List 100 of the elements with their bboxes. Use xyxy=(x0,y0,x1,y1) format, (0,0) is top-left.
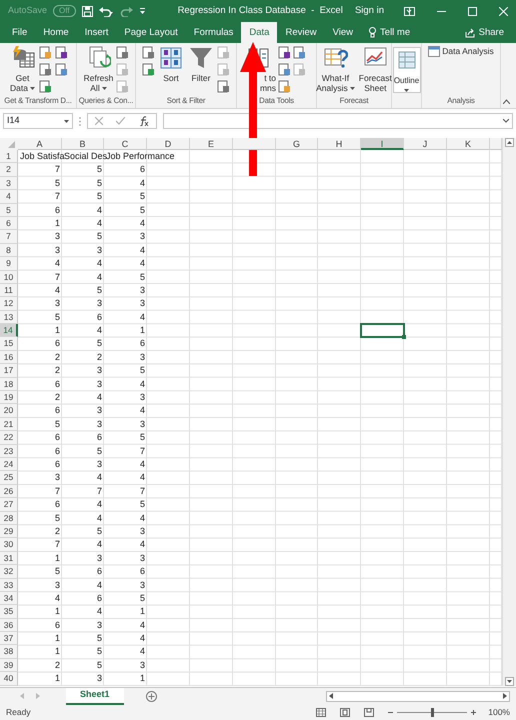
share-button[interactable]: Share xyxy=(456,22,512,43)
row-header[interactable]: 34 xyxy=(0,592,18,606)
page-break-icon[interactable] xyxy=(364,708,374,717)
ribbon-button[interactable]: Refresh All xyxy=(82,45,114,93)
close-icon[interactable] xyxy=(499,6,508,16)
row-header[interactable]: 16 xyxy=(0,350,18,364)
column-header[interactable]: I xyxy=(361,138,404,150)
add-sheet-icon[interactable] xyxy=(146,690,157,702)
maximize-icon[interactable] xyxy=(468,6,477,16)
row-header[interactable]: 32 xyxy=(0,565,18,578)
row-header[interactable]: 6 xyxy=(0,216,18,230)
row-header[interactable]: 18 xyxy=(0,378,18,392)
row-header[interactable]: 3 xyxy=(0,176,18,190)
command-icon[interactable] xyxy=(142,46,155,59)
horizontal-scrollbar[interactable] xyxy=(326,690,510,702)
ribbon-button[interactable]: Filter xyxy=(187,45,215,83)
column-header[interactable]: A xyxy=(18,138,62,150)
row-header[interactable]: 1 xyxy=(0,150,18,164)
row-header[interactable]: 5 xyxy=(0,204,18,217)
ribbon-tab[interactable]: Insert xyxy=(76,22,116,43)
ribbon-tab[interactable]: Data xyxy=(241,22,278,43)
customize-icon[interactable] xyxy=(138,7,146,15)
sign-in-link[interactable]: Sign in xyxy=(354,4,384,18)
zoom-level[interactable]: 100% xyxy=(488,706,510,719)
ribbon-button[interactable]: Outline xyxy=(392,47,420,93)
command-icon[interactable] xyxy=(54,63,68,76)
column-header[interactable]: K xyxy=(447,138,490,150)
column-header[interactable]: E xyxy=(190,138,233,150)
function-icon[interactable] xyxy=(139,116,150,126)
row-header[interactable]: 40 xyxy=(0,672,18,686)
row-header[interactable]: 8 xyxy=(0,244,18,258)
column-header[interactable]: D xyxy=(147,138,190,150)
active-cell[interactable] xyxy=(361,324,404,338)
ribbon-button[interactable]: What-If Analysis xyxy=(315,45,356,93)
enter-icon[interactable] xyxy=(116,117,126,125)
row-header[interactable]: 26 xyxy=(0,484,18,498)
row-header[interactable]: 14 xyxy=(0,324,18,338)
row-header[interactable]: 33 xyxy=(0,578,18,592)
ribbon-button[interactable]: Sort xyxy=(157,45,185,83)
ribbon-tab[interactable]: Review xyxy=(277,22,325,43)
command-icon[interactable] xyxy=(38,46,52,59)
row-header[interactable]: 30 xyxy=(0,538,18,552)
row-header[interactable]: 4 xyxy=(0,190,18,204)
row-header[interactable]: 17 xyxy=(0,364,18,378)
command-icon[interactable] xyxy=(217,80,230,93)
command-icon[interactable] xyxy=(278,46,291,59)
collapse-ribbon-icon[interactable] xyxy=(503,99,510,104)
row-header[interactable]: 10 xyxy=(0,270,18,284)
data-analysis-button[interactable]: Data Analysis xyxy=(428,45,494,58)
row-header[interactable]: 36 xyxy=(0,618,18,632)
row-header[interactable]: 21 xyxy=(0,418,18,432)
sheet-tab[interactable]: Sheet1 xyxy=(66,688,124,705)
column-header[interactable]: C xyxy=(104,138,147,150)
row-header[interactable]: 38 xyxy=(0,645,18,659)
ribbon-button[interactable]: Forecast Sheet xyxy=(358,45,393,93)
row-header[interactable]: 39 xyxy=(0,658,18,672)
command-icon[interactable] xyxy=(293,46,306,59)
column-header[interactable]: B xyxy=(62,138,104,150)
ribbon-tab[interactable]: Page Layout xyxy=(116,22,186,43)
command-icon[interactable] xyxy=(54,46,68,59)
command-icon[interactable] xyxy=(38,80,52,93)
column-header[interactable]: H xyxy=(318,138,361,150)
formula-field[interactable] xyxy=(163,113,513,129)
column-header[interactable]: G xyxy=(276,138,318,150)
page-layout-icon[interactable] xyxy=(340,708,350,717)
row-header[interactable]: 25 xyxy=(0,471,18,485)
row-header[interactable]: 15 xyxy=(0,337,18,351)
cancel-icon[interactable] xyxy=(94,117,103,125)
ribbon-display-icon[interactable] xyxy=(404,6,415,16)
row-header[interactable]: 37 xyxy=(0,632,18,646)
row-header[interactable]: 35 xyxy=(0,605,18,619)
row-header[interactable]: 27 xyxy=(0,498,18,512)
tell-me-search[interactable]: Tell me xyxy=(361,22,418,43)
zoom-slider-thumb[interactable] xyxy=(430,708,434,717)
vertical-scrollbar[interactable] xyxy=(502,138,516,686)
row-header[interactable]: 29 xyxy=(0,524,18,538)
command-icon[interactable] xyxy=(278,80,291,93)
row-header[interactable]: 23 xyxy=(0,444,18,458)
normal-view-icon[interactable] xyxy=(316,708,326,717)
command-icon[interactable] xyxy=(278,63,291,76)
row-header[interactable]: 12 xyxy=(0,297,18,311)
save-icon[interactable] xyxy=(82,6,93,16)
ribbon-tab[interactable]: Formulas xyxy=(186,22,242,43)
row-header[interactable]: 2 xyxy=(0,163,18,177)
name-box[interactable]: I14 xyxy=(3,113,73,129)
row-header[interactable]: 22 xyxy=(0,431,18,445)
column-header[interactable]: J xyxy=(404,138,447,150)
row-header[interactable]: 24 xyxy=(0,458,18,472)
row-header[interactable]: 19 xyxy=(0,391,18,404)
ribbon-tab[interactable]: View xyxy=(324,22,362,43)
row-header[interactable]: 7 xyxy=(0,230,18,244)
redo-icon[interactable] xyxy=(118,6,133,16)
command-icon[interactable] xyxy=(116,46,130,59)
row-header[interactable]: 13 xyxy=(0,310,18,324)
row-header[interactable]: 20 xyxy=(0,404,18,418)
command-icon[interactable] xyxy=(38,63,52,76)
row-header[interactable]: 28 xyxy=(0,512,18,525)
ribbon-button[interactable]: Get Data xyxy=(8,45,36,93)
row-header[interactable]: 9 xyxy=(0,257,18,271)
ribbon-tab[interactable]: Home xyxy=(35,22,77,43)
